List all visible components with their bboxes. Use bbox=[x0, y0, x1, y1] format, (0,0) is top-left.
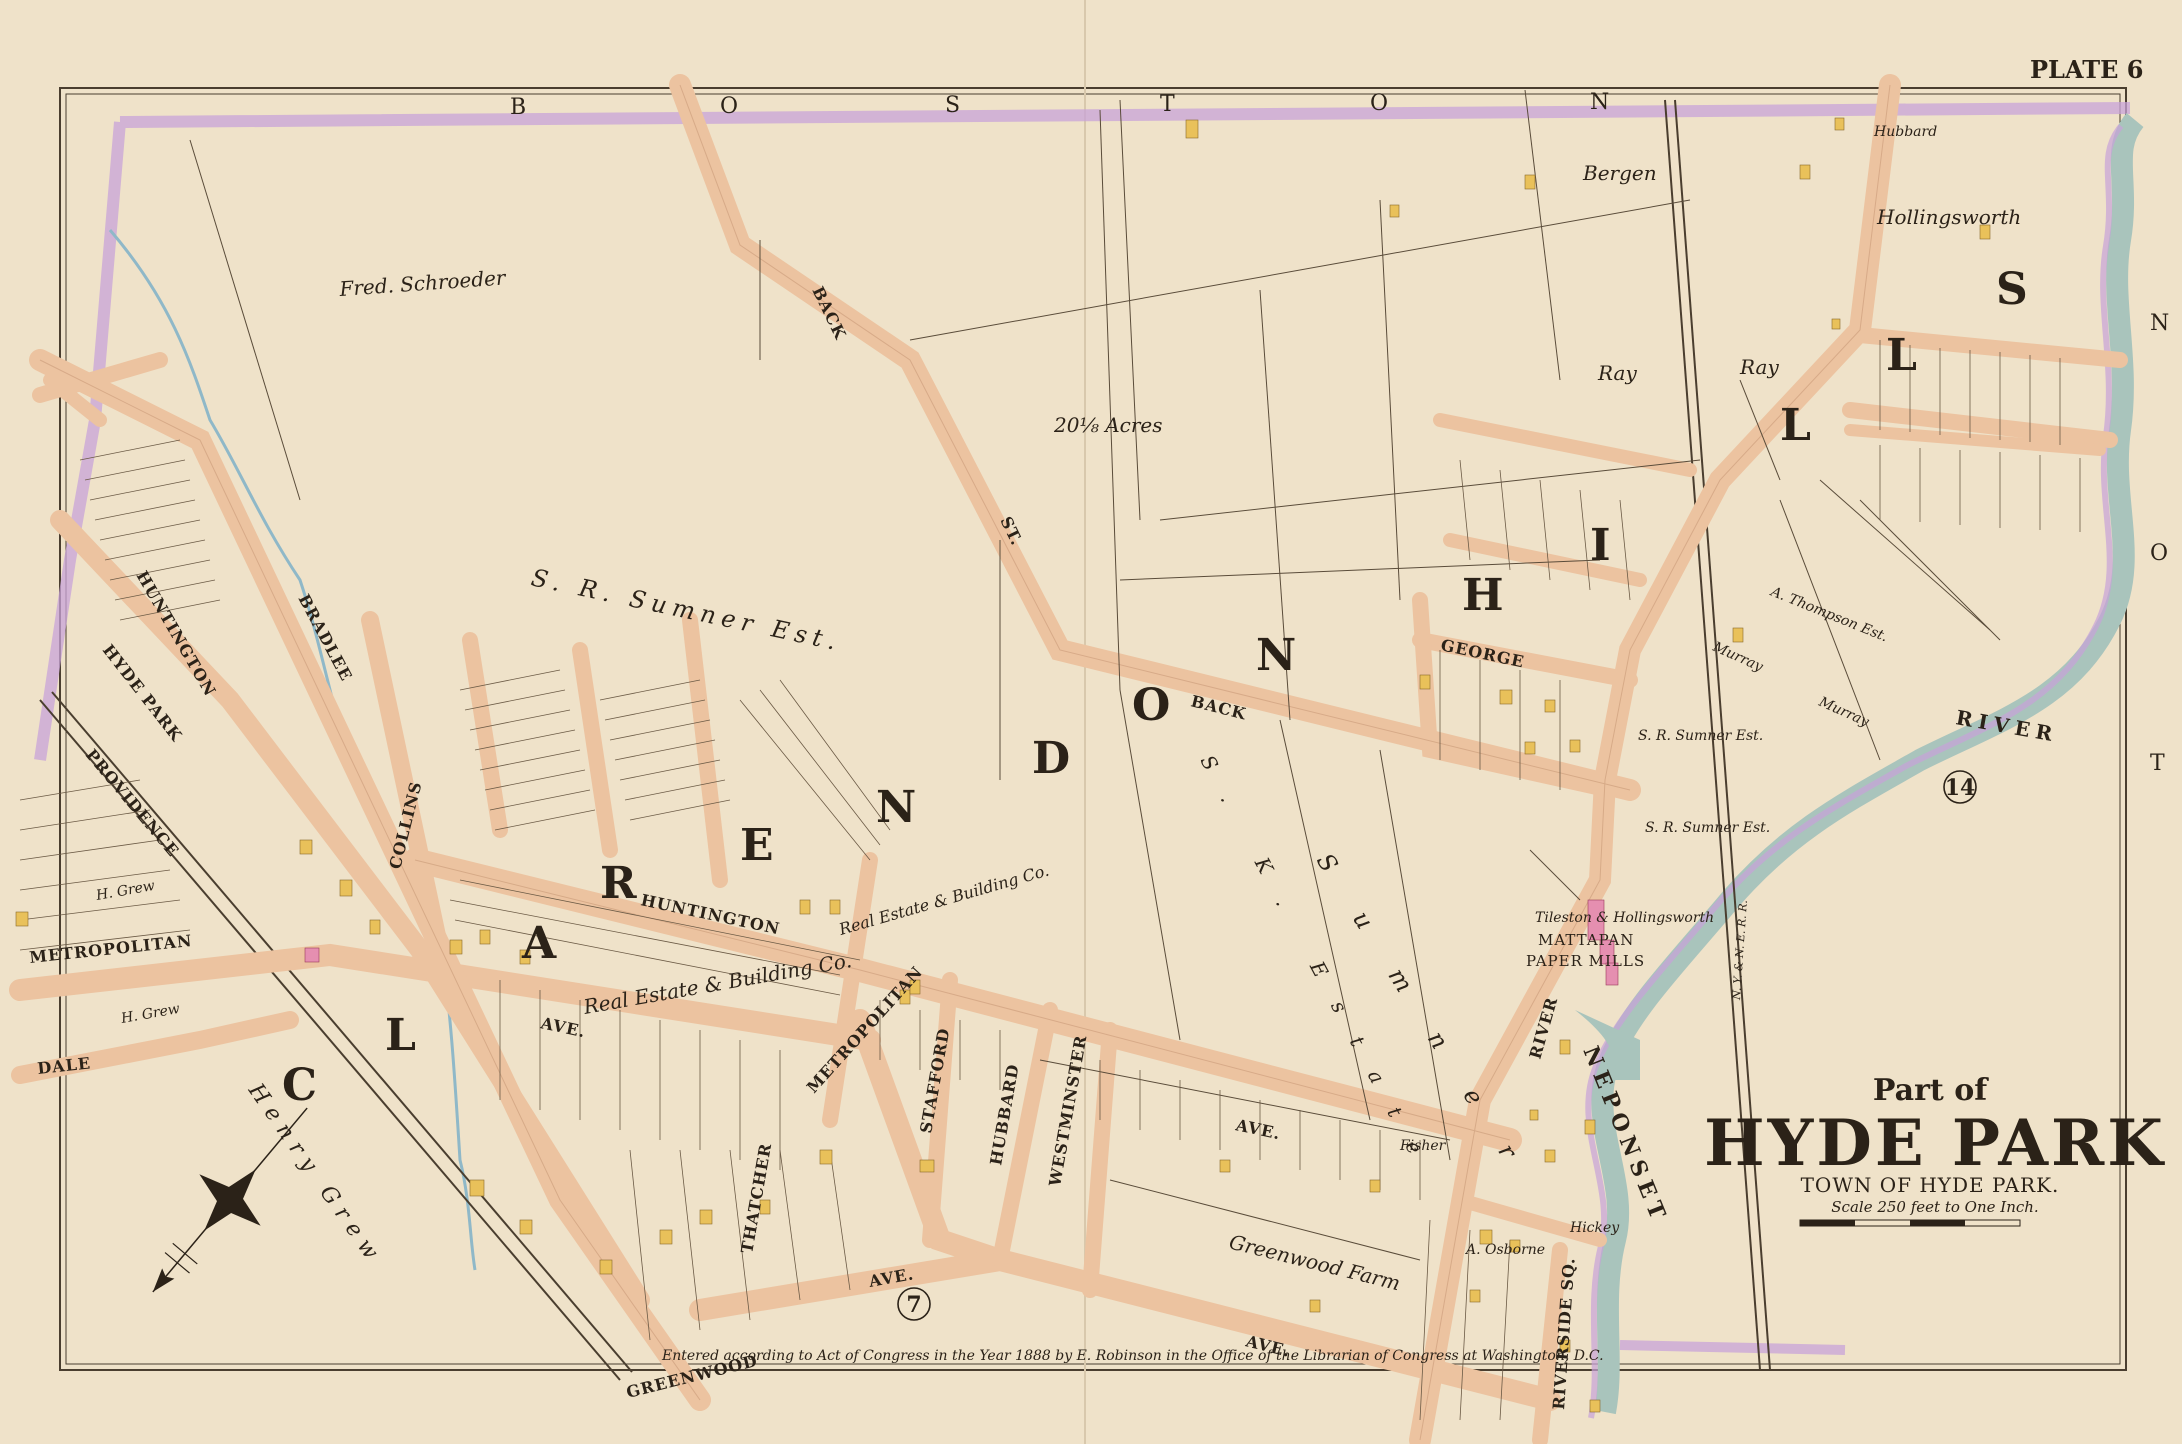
clarendon-letter: D bbox=[1032, 733, 1072, 784]
owner-mills: Tileston & Hollingsworth bbox=[1535, 910, 1714, 926]
hills-letter: L bbox=[1886, 330, 1919, 381]
clarendon-letter: E bbox=[740, 820, 776, 871]
sheet-circle-14: 14 bbox=[1943, 770, 1977, 804]
circle-label-7: 7 bbox=[906, 1292, 921, 1318]
owner-sumner-est-3: S. R. Sumner Est. bbox=[1645, 820, 1770, 836]
title-town: TOWN OF HYDE PARK. bbox=[1801, 1173, 2060, 1197]
plate-number: PLATE 6 bbox=[2030, 55, 2143, 84]
owner-osborne: A. Osborne bbox=[1464, 1242, 1545, 1258]
owner-hubbard: Hubbard bbox=[1873, 124, 1937, 140]
clarendon-letter: N bbox=[1256, 630, 1298, 681]
circle-label-14: 14 bbox=[1945, 775, 1976, 801]
clarendon-letter: A bbox=[521, 918, 558, 969]
boston-letter: B bbox=[510, 95, 528, 120]
owner-fisher: Fisher bbox=[1399, 1138, 1447, 1154]
hills-letter: S bbox=[1996, 264, 2030, 315]
title-hyde-park: HYDE PARK bbox=[1704, 1106, 2166, 1181]
clarendon-letter: R bbox=[600, 858, 639, 909]
clarendon-letter: O bbox=[1132, 680, 1172, 731]
owner-ray-1: Ray bbox=[1597, 361, 1637, 385]
title-scale: Scale 250 feet to One Inch. bbox=[1831, 1198, 2038, 1216]
boston-letter: S bbox=[945, 93, 962, 118]
boston-letter: T bbox=[1160, 92, 1177, 117]
title-part-of: Part of bbox=[1873, 1073, 1989, 1108]
owner-acres: 20⅛ Acres bbox=[1053, 413, 1163, 437]
clarendon-letter: L bbox=[385, 1010, 418, 1061]
owner-hickey: Hickey bbox=[1569, 1220, 1620, 1236]
boston-letter: O bbox=[720, 94, 740, 119]
clarendon-letter: C bbox=[282, 1060, 319, 1111]
boston-letter: O bbox=[1370, 91, 1390, 116]
owner-hollingsworth: Hollingsworth bbox=[1876, 205, 2021, 229]
hills-letter: H bbox=[1462, 570, 1506, 621]
clarendon-letter: N bbox=[876, 782, 918, 833]
boston-right-letter: T bbox=[2150, 751, 2167, 776]
hills-letter: I bbox=[1590, 520, 1613, 571]
owner-bergen: Bergen bbox=[1582, 161, 1657, 185]
boston-right-letter: N bbox=[2150, 311, 2171, 336]
map-plate: 7 14 B O S T O N N O T C L A R E N D O N… bbox=[0, 0, 2182, 1444]
label-mattapan: MATTAPAN bbox=[1538, 931, 1634, 949]
boundary-line-south bbox=[1619, 1340, 1846, 1355]
boston-letter: N bbox=[1590, 90, 1611, 115]
copyright-note: Entered according to Act of Congress in … bbox=[661, 1348, 1604, 1364]
boston-right-letter: O bbox=[2150, 541, 2170, 566]
owner-ray-2: Ray bbox=[1739, 355, 1779, 379]
owner-sumner-est-2: S. R. Sumner Est. bbox=[1638, 728, 1763, 744]
hills-letter: L bbox=[1780, 400, 1813, 451]
label-paper-mills: PAPER MILLS bbox=[1526, 952, 1645, 970]
